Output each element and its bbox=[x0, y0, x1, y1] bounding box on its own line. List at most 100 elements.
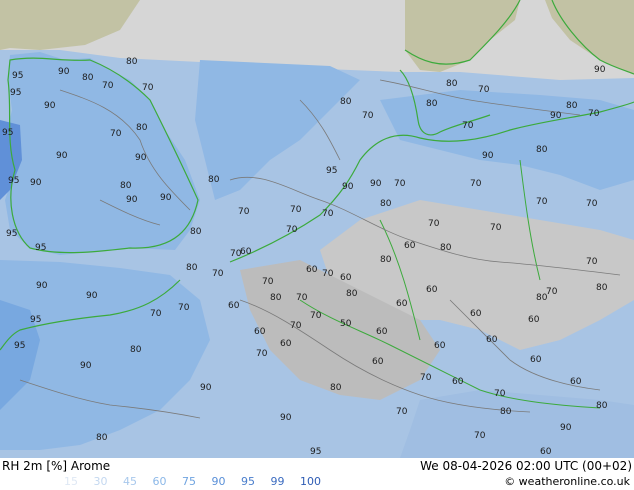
contour-label: 70 bbox=[262, 277, 274, 287]
map-title: RH 2m [%] Arome bbox=[2, 459, 111, 473]
contour-label: 70 bbox=[536, 197, 548, 207]
contour-label: 95 bbox=[326, 166, 337, 176]
contour-label: 60 bbox=[240, 247, 252, 257]
contour-label: 90 bbox=[560, 423, 572, 433]
contour-label: 90 bbox=[126, 195, 138, 205]
contour-label: 60 bbox=[528, 315, 540, 325]
contour-label: 90 bbox=[200, 383, 212, 393]
contour-label: 95 bbox=[12, 71, 23, 81]
contour-label: 80 bbox=[190, 227, 202, 237]
contour-label: 70 bbox=[150, 309, 162, 319]
contour-label: 70 bbox=[586, 199, 598, 209]
legend-value: 60 bbox=[152, 475, 167, 488]
contour-label: 90 bbox=[160, 193, 172, 203]
contour-label: 95 bbox=[310, 447, 321, 457]
contour-label: 95 bbox=[2, 128, 13, 138]
contour-label: 60 bbox=[228, 301, 240, 311]
contour-label: 80 bbox=[82, 73, 94, 83]
contour-label: 60 bbox=[306, 265, 318, 275]
contour-label: 70 bbox=[322, 209, 334, 219]
contour-label: 70 bbox=[286, 225, 298, 235]
contour-label: 80 bbox=[426, 99, 438, 109]
contour-label: 80 bbox=[136, 123, 148, 133]
contour-label: 70 bbox=[290, 321, 302, 331]
contour-label: 90 bbox=[56, 151, 68, 161]
contour-label: 60 bbox=[540, 447, 552, 457]
contour-label: 90 bbox=[44, 101, 56, 111]
contour-label: 95 bbox=[6, 229, 17, 239]
contour-label: 80 bbox=[566, 101, 578, 111]
contour-label: 70 bbox=[256, 349, 268, 359]
contour-label: 90 bbox=[280, 413, 292, 423]
contour-label: 70 bbox=[212, 269, 224, 279]
contour-label: 60 bbox=[570, 377, 582, 387]
contour-label: 70 bbox=[474, 431, 486, 441]
contour-label: 80 bbox=[380, 255, 392, 265]
contour-label: 60 bbox=[340, 273, 352, 283]
contour-label: 80 bbox=[446, 79, 458, 89]
legend-value: 99 bbox=[270, 475, 285, 488]
contour-label: 70 bbox=[102, 81, 114, 91]
contour-label: 80 bbox=[340, 97, 352, 107]
contour-label: 90 bbox=[86, 291, 98, 301]
contour-label: 90 bbox=[80, 361, 92, 371]
contour-label: 60 bbox=[376, 327, 388, 337]
legend-value: 45 bbox=[123, 475, 137, 488]
contour-label: 80 bbox=[596, 401, 608, 411]
contour-label: 70 bbox=[462, 121, 474, 131]
contour-label: 70 bbox=[394, 179, 406, 189]
contour-label: 70 bbox=[588, 109, 600, 119]
contour-label: 90 bbox=[30, 178, 42, 188]
contour-label: 80 bbox=[208, 175, 220, 185]
contour-label: 60 bbox=[280, 339, 292, 349]
contour-label: 80 bbox=[536, 145, 548, 155]
contour-label: 70 bbox=[310, 311, 322, 321]
legend-value: 75 bbox=[182, 475, 196, 488]
contour-label: 60 bbox=[530, 355, 542, 365]
contour-label: 90 bbox=[370, 179, 382, 189]
contour-label: 70 bbox=[110, 129, 122, 139]
contour-label: 80 bbox=[120, 181, 132, 191]
legend-value: 15 bbox=[64, 475, 78, 488]
weather-map: 95 95 95 95 95 95 95 95 95 95 90 90 90 9… bbox=[0, 0, 634, 458]
contour-label: 60 bbox=[372, 357, 384, 367]
contour-label: 80 bbox=[380, 199, 392, 209]
contour-label: 95 bbox=[8, 176, 19, 186]
map-datetime: We 08-04-2026 02:00 UTC (00+02) bbox=[420, 459, 632, 473]
contour-label: 80 bbox=[96, 433, 108, 443]
contour-label: 50 bbox=[340, 319, 352, 329]
contour-label: 80 bbox=[440, 243, 452, 253]
contour-label: 70 bbox=[420, 373, 432, 383]
contour-label: 95 bbox=[35, 243, 46, 253]
contour-label: 70 bbox=[322, 269, 334, 279]
contour-label: 70 bbox=[362, 111, 374, 121]
legend-value: 90 bbox=[211, 475, 226, 488]
contour-label: 60 bbox=[404, 241, 416, 251]
copyright-text: © weatheronline.co.uk bbox=[504, 475, 630, 488]
contour-label: 70 bbox=[238, 207, 250, 217]
contour-label: 60 bbox=[426, 285, 438, 295]
contour-label: 70 bbox=[142, 83, 154, 93]
contour-label: 90 bbox=[550, 111, 562, 121]
contour-label: 70 bbox=[396, 407, 408, 417]
contour-label: 60 bbox=[486, 335, 498, 345]
contour-label: 80 bbox=[500, 407, 512, 417]
contour-label: 90 bbox=[482, 151, 494, 161]
contour-label: 80 bbox=[270, 293, 282, 303]
contour-label: 70 bbox=[296, 293, 308, 303]
contour-label: 95 bbox=[30, 315, 41, 325]
contour-label: 70 bbox=[470, 179, 482, 189]
contour-label: 60 bbox=[396, 299, 408, 309]
contour-label: 70 bbox=[290, 205, 302, 215]
contour-label: 70 bbox=[428, 219, 440, 229]
legend-value: 100 bbox=[300, 475, 321, 488]
contour-label: 95 bbox=[10, 88, 21, 98]
contour-label: 90 bbox=[135, 153, 147, 163]
contour-label: 90 bbox=[342, 182, 354, 192]
contour-label: 60 bbox=[434, 341, 446, 351]
contour-label: 80 bbox=[596, 283, 608, 293]
contour-label: 90 bbox=[36, 281, 48, 291]
contour-label: 90 bbox=[594, 65, 606, 75]
contour-label: 80 bbox=[126, 57, 138, 67]
contour-label: 70 bbox=[494, 389, 506, 399]
